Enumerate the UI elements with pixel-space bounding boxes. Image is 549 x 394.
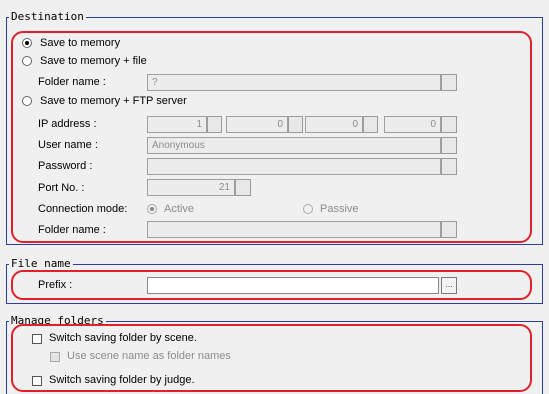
password-label: Password : <box>38 160 93 172</box>
ip-octet-1-button[interactable] <box>207 116 222 133</box>
switch-by-scene-checkbox[interactable] <box>32 334 42 344</box>
save-to-memory-ftp-radio[interactable] <box>22 96 32 106</box>
file-name-title: File name <box>9 257 73 270</box>
ip-address-label: IP address : <box>38 118 97 130</box>
save-to-memory-radio[interactable] <box>22 38 32 48</box>
user-name-label: User name : <box>38 139 98 151</box>
port-field[interactable]: 21 <box>147 179 235 196</box>
switch-by-judge-label[interactable]: Switch saving folder by judge. <box>49 374 195 387</box>
ftp-folder-browse-button[interactable] <box>441 221 457 238</box>
mode-active-radio[interactable] <box>147 204 157 214</box>
destination-title: Destination <box>9 10 86 23</box>
save-to-memory-file-label[interactable]: Save to memory + file <box>40 55 147 68</box>
connection-mode-label: Connection mode: <box>38 203 128 215</box>
ip-octet-3-button[interactable] <box>363 116 378 133</box>
file-folder-name-field[interactable]: ? <box>147 74 441 91</box>
use-scene-name-label[interactable]: Use scene name as folder names <box>67 350 231 363</box>
prefix-input[interactable] <box>147 277 439 294</box>
ip-octet-1-field[interactable]: 1 <box>147 116 207 133</box>
ip-octet-2-button[interactable] <box>288 116 303 133</box>
switch-by-judge-checkbox[interactable] <box>32 376 42 386</box>
save-to-memory-ftp-label[interactable]: Save to memory + FTP server <box>40 95 187 108</box>
ftp-folder-name-label: Folder name : <box>38 224 106 236</box>
mode-active-label[interactable]: Active <box>164 203 194 216</box>
password-button[interactable] <box>441 158 457 175</box>
password-field[interactable] <box>147 158 441 175</box>
ftp-folder-name-field[interactable] <box>147 221 441 238</box>
switch-by-scene-label[interactable]: Switch saving folder by scene. <box>49 332 197 345</box>
save-to-memory-file-radio[interactable] <box>22 56 32 66</box>
user-name-button[interactable] <box>441 137 457 154</box>
ip-octet-4-button[interactable] <box>441 116 457 133</box>
mode-passive-label[interactable]: Passive <box>320 203 359 216</box>
ip-octet-3-field[interactable]: 0 <box>305 116 363 133</box>
mode-passive-radio[interactable] <box>303 204 313 214</box>
use-scene-name-checkbox[interactable] <box>50 352 60 362</box>
ip-octet-2-field[interactable]: 0 <box>226 116 288 133</box>
ip-octet-4-field[interactable]: 0 <box>384 116 441 133</box>
file-folder-name-label: Folder name : <box>38 76 106 88</box>
prefix-browse-button[interactable]: ... <box>441 277 457 294</box>
file-folder-browse-button[interactable] <box>441 74 457 91</box>
port-button[interactable] <box>235 179 251 196</box>
port-label: Port No. : <box>38 182 85 194</box>
user-name-field[interactable]: Anonymous <box>147 137 441 154</box>
prefix-label: Prefix : <box>38 279 73 291</box>
save-to-memory-label[interactable]: Save to memory <box>40 37 120 50</box>
